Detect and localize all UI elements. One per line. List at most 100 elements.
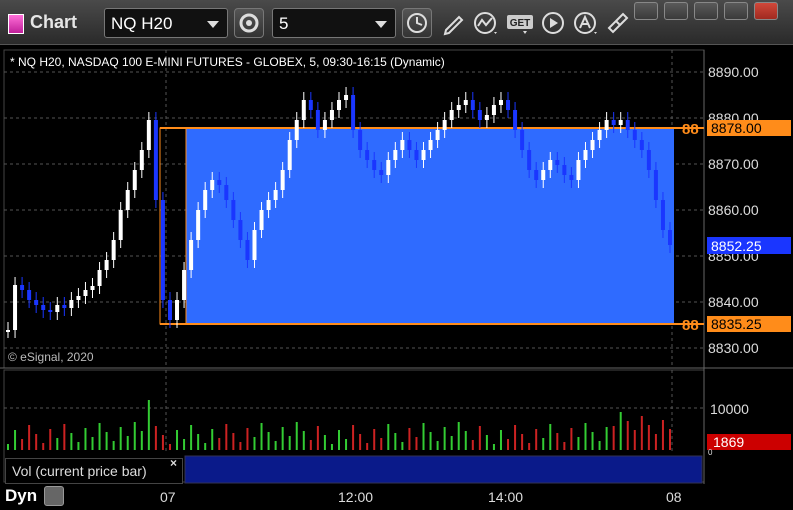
volume-bar (528, 443, 531, 450)
candle-body (513, 110, 518, 130)
volume-bar (612, 426, 615, 450)
chevron-down-icon[interactable] (207, 21, 219, 28)
candle-body (238, 220, 243, 240)
candle-body (660, 200, 665, 230)
volume-study-label[interactable]: Vol (current price bar) (5, 458, 183, 484)
candle-body (555, 160, 560, 165)
svg-text:GET: GET (510, 18, 531, 29)
volume-bar (42, 443, 45, 450)
candle-body (252, 230, 257, 260)
candle-body (604, 120, 609, 130)
candle-body (653, 170, 658, 200)
volume-bar (591, 432, 594, 450)
restore-window-button[interactable] (664, 2, 688, 20)
candle-body (97, 270, 102, 286)
volume-bar (514, 425, 517, 450)
chevron-down-icon[interactable] (375, 21, 387, 28)
volume-bar (380, 438, 383, 450)
interval-clock-button[interactable] (402, 8, 432, 38)
candle-body (48, 310, 53, 312)
volume-bar (359, 434, 362, 450)
link-tool[interactable] (604, 10, 632, 36)
alert-icon (574, 12, 597, 34)
volume-bar (457, 422, 460, 450)
volume-bar (239, 442, 242, 450)
candle-body (548, 160, 553, 170)
upper-level-tag: 88 (682, 121, 699, 138)
candle-body (337, 100, 341, 110)
volume-bar (316, 426, 319, 450)
studies-tool[interactable] (472, 10, 500, 36)
lock-icon[interactable] (44, 486, 64, 506)
candle-body (167, 300, 172, 320)
candle-body (76, 296, 81, 300)
volume-bar (63, 424, 66, 450)
volume-bar (14, 430, 17, 450)
pin-window-button[interactable] (634, 2, 658, 20)
volume-bar (535, 429, 538, 450)
symbol-value: NQ H20 (111, 14, 173, 33)
symbol-combo[interactable]: NQ H20 (104, 8, 228, 38)
volume-last: 1869 (713, 434, 744, 450)
lower-level-tag: 88 (682, 317, 699, 334)
minimize-window-button[interactable] (694, 2, 718, 20)
dynamic-mode-label[interactable]: Dyn (5, 486, 37, 506)
candle-body (372, 160, 377, 170)
candle-body (428, 140, 433, 150)
link-icon (607, 12, 629, 34)
last-price: 8852.25 (711, 238, 762, 254)
chart-info-line: * NQ H20, NASDAQ 100 E-MINI FUTURES - GL… (10, 55, 445, 69)
candle-body (400, 140, 405, 150)
volume-bar (302, 431, 305, 450)
candle-body (13, 285, 18, 330)
price-chart[interactable]: 8890.00 8880.00 8870.00 8860.00 8850.00 … (0, 44, 793, 510)
candle-body (196, 210, 201, 240)
price-axis[interactable]: 8890.00 8880.00 8870.00 8860.00 8850.00 … (708, 64, 759, 356)
pencil-draw-tool[interactable] (440, 10, 468, 36)
title-bar: Chart NQ H20 5 GET (0, 0, 793, 45)
candle-body (576, 160, 581, 180)
get-icon: GET (507, 15, 533, 34)
volume-zero-tick: 0 (708, 448, 713, 457)
candle-body (203, 190, 208, 210)
volume-bar (140, 431, 143, 450)
candle-body (280, 170, 285, 190)
interval-combo[interactable]: 5 (272, 8, 396, 38)
candle-body (41, 305, 46, 310)
volume-bar (21, 439, 24, 450)
symbol-settings-button[interactable] (234, 8, 264, 38)
volume-bar (373, 429, 376, 450)
maximize-window-button[interactable] (724, 2, 748, 20)
candle-body (69, 300, 74, 308)
candle-body (618, 120, 623, 125)
candle-body (104, 260, 109, 270)
candle-body (132, 170, 137, 190)
replay-tool[interactable] (540, 10, 568, 36)
candle-body (118, 210, 123, 240)
volume-bar (485, 435, 488, 450)
candle-body (442, 120, 447, 130)
candle-body (414, 150, 419, 160)
volume-bar (647, 425, 650, 450)
candle-body (217, 180, 222, 185)
candle-body (365, 150, 370, 160)
candle-body (245, 240, 250, 260)
volume-bar (408, 428, 411, 450)
copyright-text: © eSignal, 2020 (8, 350, 94, 364)
range-zone[interactable] (186, 128, 674, 324)
alert-tool[interactable] (572, 10, 600, 36)
close-window-button[interactable] (754, 2, 778, 20)
play-icon (542, 12, 564, 34)
close-icon[interactable]: × (170, 456, 177, 470)
volume-bar (471, 440, 474, 450)
volume-bar (154, 426, 157, 450)
get-data-tool[interactable]: GET (505, 10, 533, 36)
candle-body (6, 330, 10, 332)
candle-body (520, 130, 525, 150)
candle-body (139, 150, 144, 170)
volume-bar (197, 434, 200, 450)
volume-bar (211, 429, 214, 450)
pencil-icon (443, 15, 464, 36)
candle-body (534, 170, 539, 180)
candle-body (329, 110, 334, 120)
